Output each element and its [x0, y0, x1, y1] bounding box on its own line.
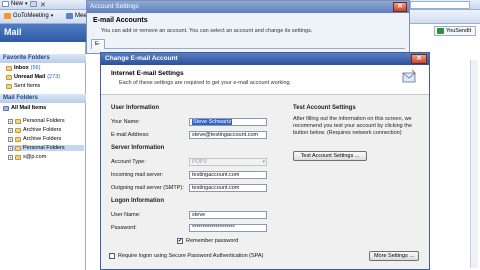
- your-name-input[interactable]: Steve Schwartz: [189, 118, 267, 126]
- inbox-icon: [6, 65, 12, 71]
- require-spa-label: Require logon using Secure Password Auth…: [118, 253, 264, 259]
- account-type-select: POP3 ▾: [189, 158, 267, 166]
- expand-icon[interactable]: +: [8, 145, 13, 151]
- print-button[interactable]: [30, 1, 37, 7]
- favorite-folders-header[interactable]: Favorite Folders: [0, 54, 86, 63]
- meeting-button[interactable]: Meet: [66, 13, 88, 19]
- dialog-header-subtitle: Each of these settings are required to g…: [119, 80, 292, 86]
- account-settings-close-button[interactable]: ✕: [393, 2, 407, 12]
- account-settings-tabs: E-: [91, 39, 405, 49]
- new-mail-icon: [2, 1, 9, 7]
- help-search-box[interactable]: [410, 1, 470, 9]
- delete-icon: ✕: [40, 2, 46, 9]
- user-information-section-title: User Information: [111, 105, 160, 111]
- account-type-label: Account Type:: [111, 159, 146, 165]
- favorite-sent-items[interactable]: Sent Items: [6, 83, 40, 89]
- tab-email[interactable]: E-: [91, 39, 105, 49]
- mail-items-icon: [3, 105, 9, 111]
- chevron-down-icon: ▾: [25, 1, 28, 7]
- calendar-icon: [66, 13, 73, 19]
- account-settings-title: Account Settings: [87, 1, 409, 13]
- mail-folders-header[interactable]: Mail Folders: [0, 94, 86, 103]
- chevron-down-icon: ▾: [50, 13, 54, 19]
- folder-archive-folders-1[interactable]: + Archive Folders: [8, 127, 61, 133]
- favorite-unread-mail[interactable]: Unread Mail (273): [6, 74, 60, 80]
- close-icon: ✕: [397, 3, 403, 10]
- mail-settings-icon: [402, 69, 416, 83]
- vertical-scrollbar[interactable]: [470, 60, 478, 268]
- gotomeeting-button[interactable]: GoToMeeting ▾: [4, 13, 53, 19]
- yousendit-icon: [437, 28, 444, 34]
- dialog-title: Change E-mail Account: [101, 53, 429, 65]
- change-email-account-dialog: Change E-mail Account ✕ Internet E-mail …: [100, 52, 430, 270]
- incoming-server-input[interactable]: testingaccount.com: [189, 171, 267, 179]
- new-button[interactable]: New ▾: [2, 1, 28, 7]
- navigation-pane-title: Mail: [0, 24, 86, 42]
- incoming-server-label: Incoming mail server:: [111, 172, 164, 178]
- user-name-label: User Name:: [111, 212, 141, 218]
- remember-password-label: Remember password: [186, 238, 239, 244]
- favorite-inbox[interactable]: Inbox (56): [6, 65, 40, 71]
- test-account-description: After filling out the information on thi…: [293, 116, 412, 136]
- chevron-down-icon: ▾: [262, 159, 265, 165]
- dialog-header: Internet E-mail Settings Each of these s…: [101, 65, 429, 95]
- print-icon: [30, 1, 37, 7]
- folder-icon: [15, 145, 21, 151]
- outgoing-server-input[interactable]: testingaccount.com: [189, 184, 267, 192]
- close-icon: ✕: [416, 55, 422, 62]
- remember-password-checkbox[interactable]: ✔: [177, 238, 183, 244]
- account-settings-subtitle: You can add or remove an account. You ca…: [101, 28, 313, 34]
- user-name-input[interactable]: steve: [189, 211, 267, 219]
- dialog-close-button[interactable]: ✕: [411, 54, 427, 64]
- test-account-section-title: Test Account Settings: [293, 105, 356, 111]
- delete-button[interactable]: ✕: [40, 1, 46, 9]
- password-input[interactable]: ********************: [189, 224, 267, 232]
- more-settings-button[interactable]: More Settings ...: [369, 251, 419, 261]
- logon-information-section-title: Logon Information: [111, 198, 164, 204]
- your-name-label: Your Name:: [111, 119, 140, 125]
- gotomeeting-icon: [4, 13, 11, 19]
- account-settings-heading: E-mail Accounts: [93, 17, 148, 24]
- expand-icon[interactable]: +: [8, 127, 13, 133]
- folder-icon: [15, 136, 21, 142]
- expand-icon[interactable]: +: [8, 118, 13, 124]
- test-account-settings-button[interactable]: Test Account Settings ...: [293, 151, 367, 161]
- dialog-header-title: Internet E-mail Settings: [111, 70, 184, 77]
- help-search-input[interactable]: [410, 1, 470, 9]
- folder-personal-folders-1[interactable]: + Personal Folders: [8, 118, 65, 124]
- sent-items-icon: [6, 83, 12, 89]
- email-address-label: E-mail Address:: [111, 132, 150, 138]
- account-settings-window: Account Settings ✕ E-mail Accounts You c…: [86, 0, 410, 54]
- all-mail-items[interactable]: All Mail Items: [3, 105, 46, 111]
- outgoing-server-label: Outgoing mail server (SMTP):: [111, 185, 184, 191]
- folder-icon: [15, 127, 21, 133]
- expand-icon[interactable]: +: [8, 136, 13, 142]
- folder-account[interactable]: + s@p.com: [8, 154, 46, 160]
- server-information-section-title: Server Information: [111, 145, 165, 151]
- email-address-input[interactable]: steve@testingaccount.com: [189, 131, 267, 139]
- require-spa-checkbox[interactable]: [109, 253, 115, 259]
- folder-icon: [15, 118, 21, 124]
- password-label: Password:: [111, 225, 137, 231]
- yousendit-button[interactable]: YouSendIt: [434, 26, 476, 36]
- folder-personal-folders-2[interactable]: + Personal Folders: [8, 145, 84, 151]
- folder-icon: [15, 154, 21, 160]
- folder-archive-folders-2[interactable]: + Archive Folders: [8, 136, 61, 142]
- search-folder-icon: [6, 74, 12, 80]
- expand-icon[interactable]: +: [8, 154, 13, 160]
